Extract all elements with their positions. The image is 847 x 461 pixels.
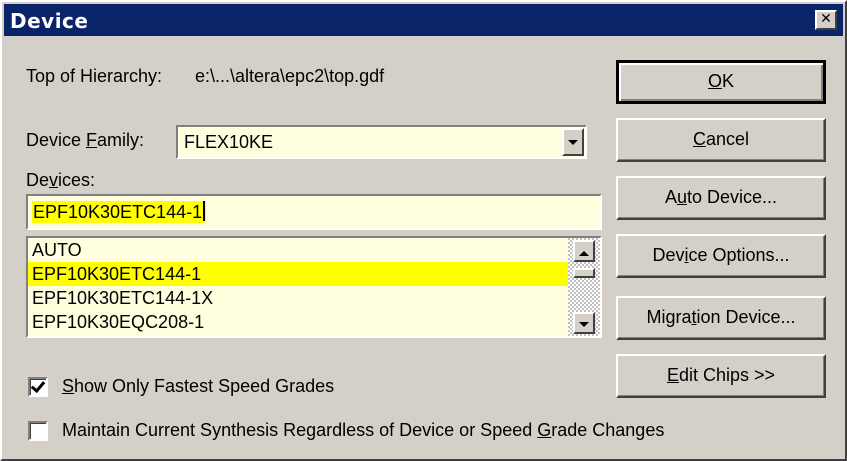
device-family-label: Device Family: [26, 130, 145, 150]
device-dialog: Device ✕ Top of Hierarchy: e:\...\altera… [0, 0, 847, 461]
devices-input[interactable]: EPF10K30ETC144-1 [26, 194, 602, 230]
scroll-up-icon [579, 251, 589, 256]
list-item[interactable]: EPF10K30ETC144-1X [28, 286, 568, 310]
scroll-down-button[interactable] [573, 312, 595, 334]
close-button[interactable]: ✕ [815, 10, 837, 30]
scroll-up-button[interactable] [573, 240, 595, 262]
device-family-value: FLEX10KE [184, 132, 274, 152]
scroll-down-icon [579, 322, 589, 327]
close-icon: ✕ [820, 11, 832, 27]
devices-label: Devices: [26, 170, 96, 190]
devices-list[interactable]: AUTO EPF10K30ETC144-1 EPF10K30ETC144-1X … [26, 236, 602, 338]
list-item[interactable]: AUTO [28, 238, 568, 262]
edit-chips-button[interactable]: Edit Chips >> [616, 354, 826, 398]
maintain-synthesis-checkbox[interactable] [28, 421, 48, 441]
devices-list-scrollbar[interactable] [568, 238, 600, 336]
devices-input-value: EPF10K30ETC144-1 [32, 201, 207, 223]
scroll-thumb[interactable] [573, 268, 595, 278]
maintain-synthesis-label[interactable]: Maintain Current Synthesis Regardless of… [62, 420, 664, 441]
device-options-button[interactable]: Device Options... [616, 234, 826, 278]
show-fastest-label[interactable]: Show Only Fastest Speed Grades [62, 376, 334, 397]
device-family-select[interactable]: FLEX10KE [176, 125, 587, 159]
check-mark-icon [30, 377, 46, 394]
show-fastest-checkbox[interactable] [28, 377, 48, 397]
ok-button[interactable]: OK [616, 60, 826, 104]
auto-device-button[interactable]: Auto Device... [616, 176, 826, 220]
window-title: Device [10, 9, 89, 33]
hierarchy-path: e:\...\altera\epc2\top.gdf [195, 66, 385, 86]
migration-device-button[interactable]: Migration Device... [616, 296, 826, 340]
device-family-dropdown-button[interactable] [562, 128, 584, 156]
cancel-button[interactable]: Cancel [616, 118, 826, 162]
chevron-down-icon [568, 140, 578, 145]
hierarchy-label: Top of Hierarchy: [26, 66, 163, 86]
title-bar[interactable]: Device ✕ [4, 4, 843, 36]
list-item[interactable]: EPF10K30EQC208-1 [28, 310, 568, 334]
text-caret [203, 201, 206, 221]
list-item-selected[interactable]: EPF10K30ETC144-1 [28, 262, 568, 286]
